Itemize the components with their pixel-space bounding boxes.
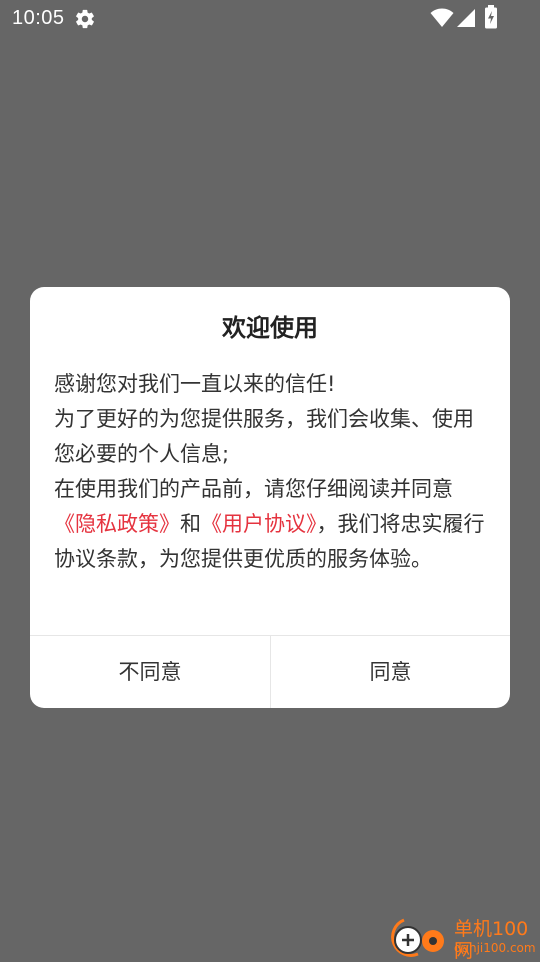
dialog-body: 感谢您对我们一直以来的信任! 为了更好的为您提供服务，我们会收集、使用您必要的个… xyxy=(54,367,490,577)
body-line-service: 为了更好的为您提供服务，我们会收集、使用您必要的个人信息; xyxy=(54,407,474,466)
gear-icon xyxy=(76,9,94,29)
signal-icon xyxy=(457,9,475,27)
body-line-agreement: 在使用我们的产品前，请您仔细阅读并同意《隐私政策》和《用户协议》，我们将忠实履行… xyxy=(54,472,490,577)
watermark-logo-icon xyxy=(391,918,444,957)
agree-button[interactable]: 同意 xyxy=(271,636,510,708)
agreement-connector: 和 xyxy=(180,512,201,536)
body-line-trust: 感谢您对我们一直以来的信任! xyxy=(54,372,336,396)
watermark-url: danji100.com xyxy=(454,941,536,955)
watermark: 单机100网 danji100.com xyxy=(388,914,540,962)
welcome-dialog: 欢迎使用 感谢您对我们一直以来的信任! 为了更好的为您提供服务，我们会收集、使用… xyxy=(30,287,510,708)
watermark-title: 单机100网 xyxy=(454,918,529,962)
dialog-title: 欢迎使用 xyxy=(222,314,318,342)
disagree-button[interactable]: 不同意 xyxy=(30,636,270,708)
status-time: 10:05 xyxy=(12,7,65,29)
agreement-prefix: 在使用我们的产品前，请您仔细阅读并同意 xyxy=(54,477,453,501)
status-bar: 10:05 xyxy=(0,0,540,36)
privacy-policy-link[interactable]: 《隐私政策》 xyxy=(54,512,180,536)
user-agreement-link[interactable]: 《用户协议》 xyxy=(201,512,317,536)
wifi-icon xyxy=(430,8,454,27)
battery-icon xyxy=(485,5,497,29)
